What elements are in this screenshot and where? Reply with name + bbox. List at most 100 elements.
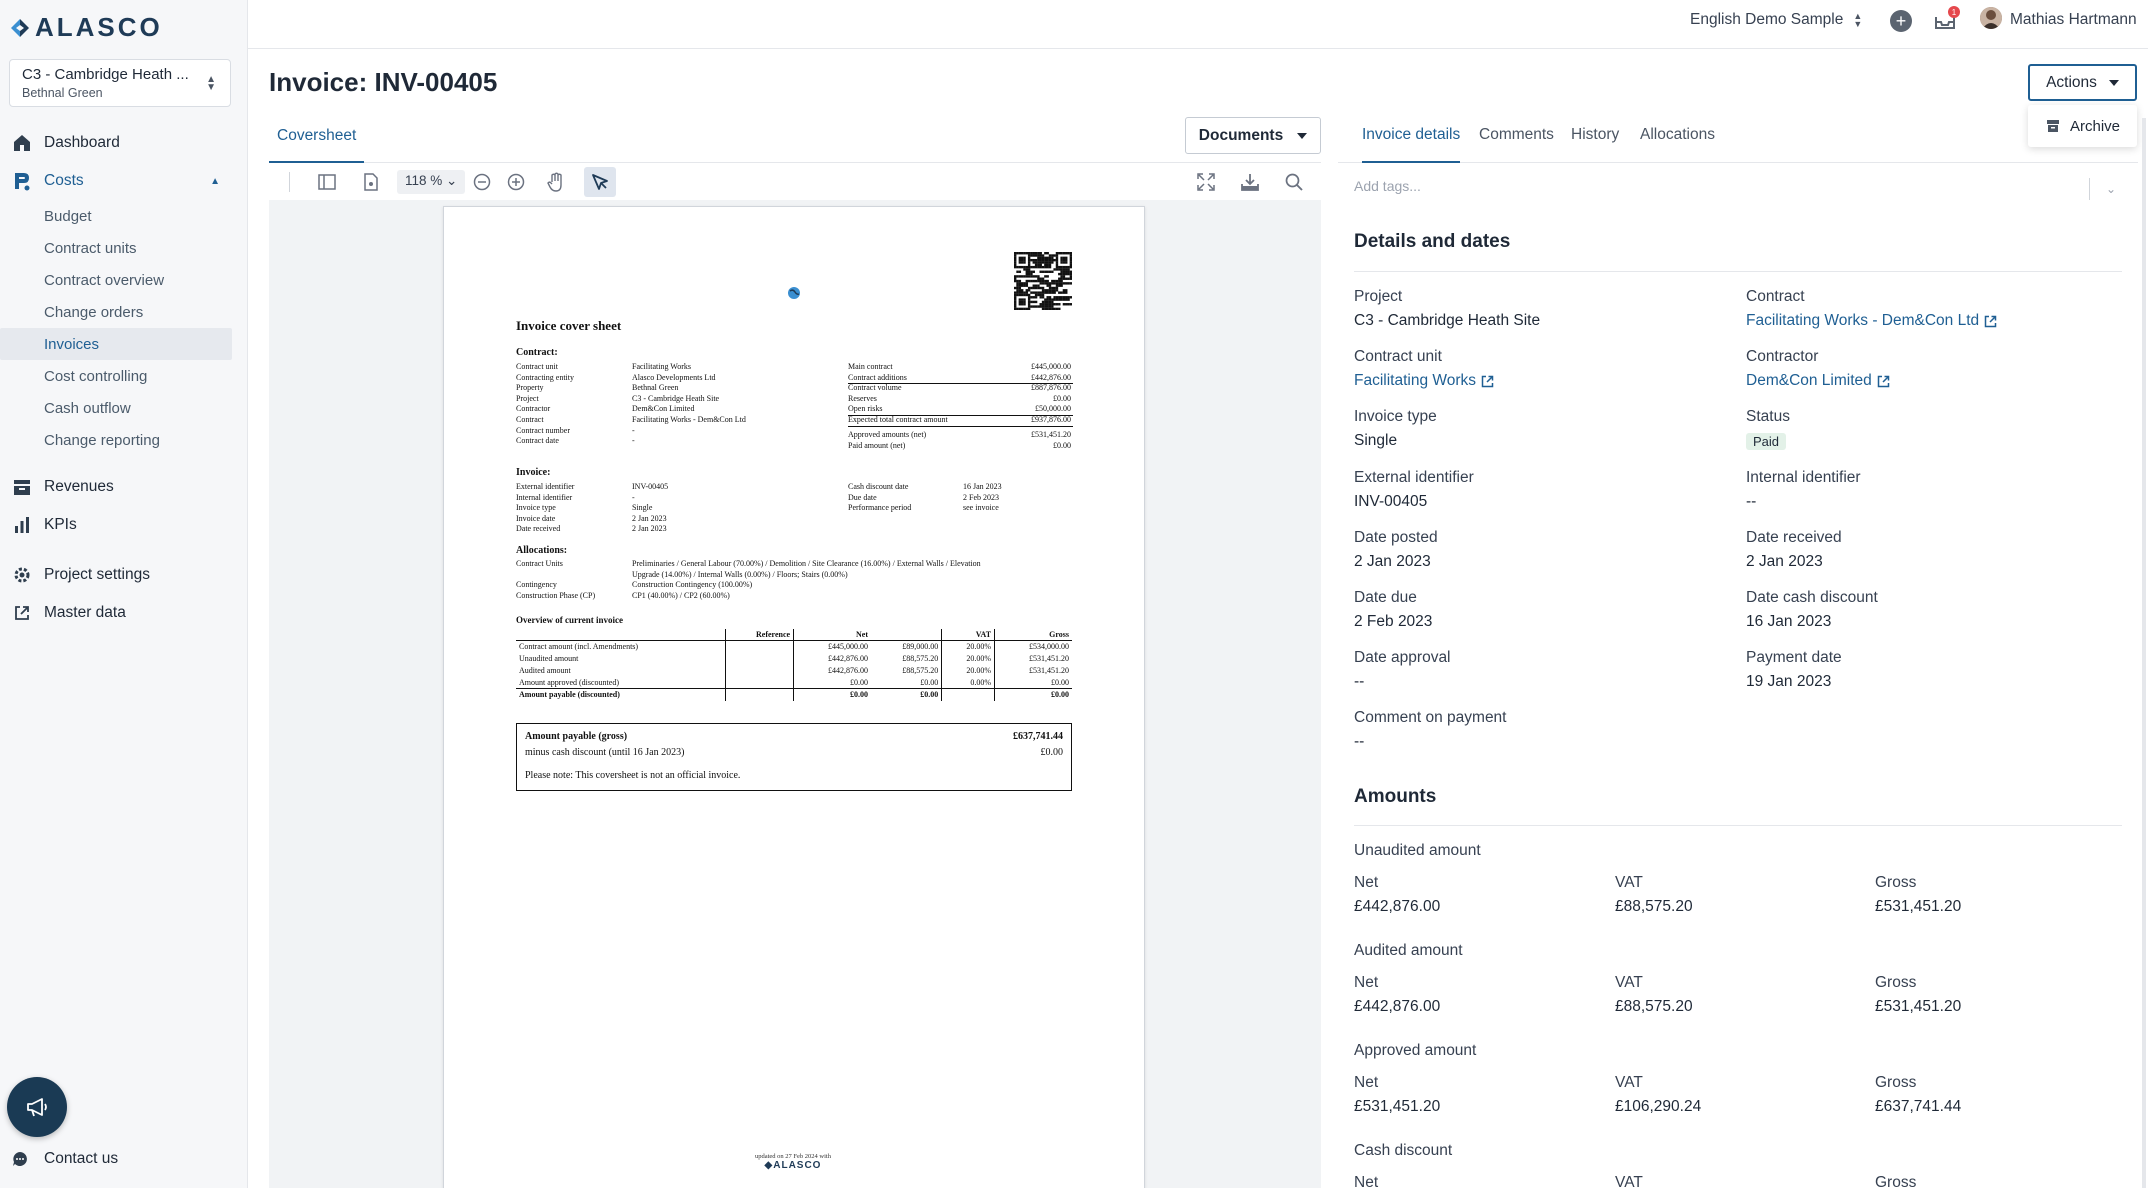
allocation-label: Contract Units — [516, 559, 563, 568]
contract-amount-value: £937,876.00 — [1031, 415, 1071, 424]
logo-text: ALASCO — [35, 12, 163, 42]
contract-row-label: Property — [516, 383, 544, 393]
contract-row-label: Contract unit — [516, 362, 558, 371]
contract-amount-value: £887,876.00 — [1031, 383, 1071, 393]
overview-header-cell: VAT — [941, 629, 995, 641]
details-section-title: Details and dates — [1354, 231, 1511, 252]
overview-total-cell: £0.00 — [793, 688, 871, 701]
overview-cell: Amount approved (discounted) — [519, 677, 619, 687]
sidebar-item-kpis[interactable]: KPIs — [0, 506, 248, 544]
zoom-in-icon[interactable] — [506, 172, 526, 192]
sidebar-item-cost-controlling[interactable]: Cost controlling — [0, 360, 232, 392]
amount-group-title: Approved amount — [1354, 1042, 1477, 1059]
contract-link[interactable]: Facilitating Works - Dem&Con Ltd — [1746, 312, 1997, 330]
overview-cell: £531,451.20 — [994, 652, 1072, 665]
overview-cell: £442,876.00 — [793, 664, 871, 677]
sidebar-item-revenues[interactable]: Revenues — [0, 468, 248, 506]
overview-cell: Audited amount — [519, 666, 571, 675]
workspace-name: English Demo Sample — [1690, 11, 1844, 28]
workspace-selector[interactable]: English Demo Sample ▲ ▼ — [1690, 11, 1862, 29]
actions-button[interactable]: Actions — [2028, 64, 2137, 101]
cursor-arrow-icon — [592, 174, 608, 190]
select-tool-button[interactable] — [584, 167, 616, 197]
tab-allocations[interactable]: Allocations — [1640, 117, 1715, 163]
sidebar-toggle-icon[interactable] — [317, 172, 337, 192]
contract-amount-label: Expected total contract amount — [848, 415, 948, 424]
zoom-out-icon[interactable] — [472, 172, 492, 192]
date-posted-label: Date posted — [1354, 529, 1438, 546]
external-link-icon — [12, 603, 32, 623]
fullscreen-icon[interactable] — [1196, 172, 1216, 192]
sidebar-item-dashboard[interactable]: Dashboard — [0, 124, 248, 162]
pan-hand-icon[interactable] — [546, 172, 566, 192]
amount-rule — [848, 383, 1073, 385]
tags-input[interactable]: Add tags... ⌄ — [1354, 178, 2124, 200]
page-view-icon[interactable] — [361, 172, 381, 192]
contract-amount-label: Contract additions — [848, 372, 907, 382]
amount-gross-value: £531,451.20 — [1875, 898, 1962, 915]
contract-row-value: C3 - Cambridge Heath Site — [632, 393, 720, 403]
invoice-row-label: Invoice type — [516, 503, 556, 513]
external-identifier-value: INV-00405 — [1354, 493, 1428, 510]
user-avatar[interactable] — [1980, 7, 2002, 29]
contract-row-value: - — [632, 425, 635, 435]
scrollbar[interactable] — [2142, 118, 2146, 1188]
toolbar-divider — [289, 172, 290, 192]
megaphone-icon — [27, 1098, 47, 1117]
sidebar-item-master-data[interactable]: Master data — [0, 594, 248, 632]
external-identifier-label: External identifier — [1354, 469, 1474, 486]
amount-gross-value: £531,451.20 — [1875, 998, 1962, 1015]
contract-row-label: Contract date — [516, 436, 559, 446]
date-approval-label: Date approval — [1354, 649, 1451, 666]
tab-coversheet[interactable]: Coversheet — [269, 117, 365, 163]
invoice-row-label: Invoice date — [516, 513, 556, 523]
allocation-value: Construction Contingency (100.00%) — [632, 580, 753, 590]
sidebar-item-contract-overview[interactable]: Contract overview — [0, 264, 232, 296]
user-name[interactable]: Mathias Hartmann — [2010, 11, 2137, 29]
alasco-logo[interactable]: ALASCO — [9, 12, 163, 43]
chevron-down-icon[interactable]: ⌄ — [2106, 182, 2116, 196]
overview-header-cell: Net — [793, 629, 871, 641]
contract-unit-link[interactable]: Facilitating Works — [1354, 372, 1494, 390]
project-selector[interactable]: C3 - Cambridge Heath ... Bethnal Green ▲… — [9, 59, 231, 107]
download-icon[interactable] — [1240, 172, 1260, 192]
tab-invoice-details[interactable]: Invoice details — [1362, 117, 1461, 163]
contract-row-value: Dem&Con Limited — [632, 404, 695, 414]
sidebar-item-cash-outflow[interactable]: Cash outflow — [0, 392, 232, 424]
sidebar-item-invoices[interactable]: Invoices — [0, 328, 232, 360]
details-tabs: Invoice details Comments History Allocat… — [1338, 117, 2138, 163]
document-viewer[interactable]: Invoice cover sheet Contract: Contract u… — [269, 200, 1321, 1188]
amount-group-title: Audited amount — [1354, 942, 1463, 959]
overview-cell — [724, 640, 794, 653]
sidebar: ALASCO C3 - Cambridge Heath ... Bethnal … — [0, 0, 248, 1188]
footer-updated: updated on 27 Feb 2024 with — [754, 1153, 831, 1160]
sidebar-item-costs[interactable]: Costs ▲ — [0, 162, 248, 200]
sidebar-item-label: Project settings — [44, 566, 150, 583]
amount-gross-label: Gross — [1875, 1074, 1917, 1091]
add-icon[interactable]: + — [1890, 10, 1912, 32]
announcements-button[interactable] — [7, 1077, 67, 1137]
contract-row-value: Facilitating Works - Dem&Con Ltd — [632, 415, 746, 424]
sidebar-item-change-orders[interactable]: Change orders — [0, 296, 232, 328]
overview-total-row: Amount payable (discounted) £0.00 £0.00 £0.… — [516, 688, 1072, 701]
tags-placeholder: Add tags... — [1354, 178, 1421, 194]
contact-us-link[interactable]: Contact us — [12, 1150, 118, 1168]
contractor-link[interactable]: Dem&Con Limited — [1746, 372, 1890, 390]
tab-comments[interactable]: Comments — [1479, 117, 1554, 163]
date-cash-discount-label: Date cash discount — [1746, 589, 1878, 606]
invoice-date-label: Cash discount date — [848, 482, 909, 491]
invoice-date-label: Due date — [848, 492, 877, 502]
sidebar-item-project-settings[interactable]: Project settings — [0, 556, 248, 594]
top-bar: English Demo Sample ▲ ▼ + 1 Mathias Hartm… — [248, 0, 2148, 49]
sidebar-item-label: Master data — [44, 604, 126, 621]
sidebar-item-contract-units[interactable]: Contract units — [0, 232, 232, 264]
sidebar-item-budget[interactable]: Budget — [0, 200, 232, 232]
invoice-row-value: Single — [632, 503, 653, 513]
documents-button[interactable]: Documents — [1185, 117, 1321, 154]
sidebar-item-change-reporting[interactable]: Change reporting — [0, 424, 232, 456]
footer-brand: ◆ALASCO — [764, 1160, 822, 1171]
tab-history[interactable]: History — [1571, 117, 1619, 163]
overview-cell: £0.00 — [793, 676, 871, 689]
search-icon[interactable] — [1284, 172, 1304, 192]
zoom-level-select[interactable]: 118 % ⌄ — [397, 170, 466, 194]
